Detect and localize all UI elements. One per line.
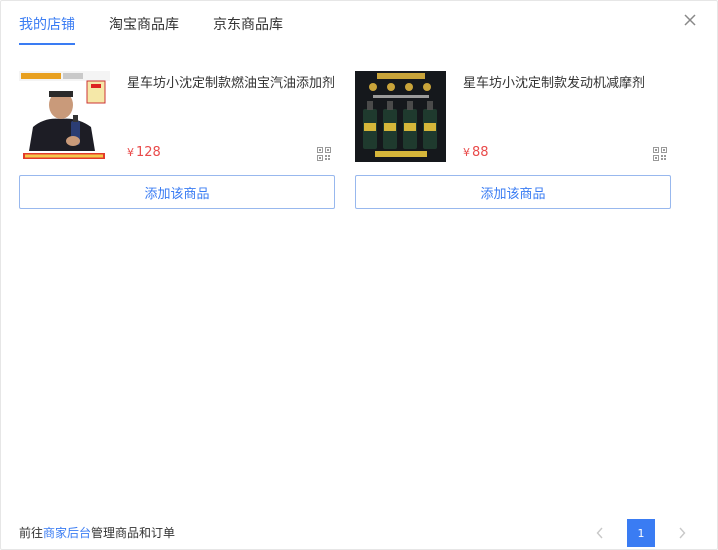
product-name: 星车坊小沈定制款发动机减摩剂 — [463, 76, 646, 91]
tab-my-store[interactable]: 我的店铺 — [19, 15, 75, 45]
product-price: ¥88 — [463, 145, 489, 161]
tab-jd-library[interactable]: 京东商品库 — [213, 15, 283, 45]
page-number-current[interactable]: 1 — [627, 519, 655, 547]
prev-page-icon[interactable] — [591, 519, 609, 547]
next-page-icon[interactable] — [673, 519, 691, 547]
pagination: 1 — [591, 519, 691, 547]
tab-bar: 我的店铺 淘宝商品库 京东商品库 — [19, 15, 283, 45]
add-product-button[interactable]: 添加该商品 — [355, 175, 671, 209]
qr-code-icon[interactable] — [317, 146, 331, 161]
merchant-backend-link[interactable]: 商家后台 — [43, 526, 91, 540]
currency-symbol: ¥ — [127, 146, 134, 159]
close-icon[interactable] — [683, 13, 699, 29]
currency-symbol: ¥ — [463, 146, 470, 159]
product-price: ¥128 — [127, 145, 161, 161]
price-value: 88 — [472, 145, 489, 160]
footer-suffix: 管理商品和订单 — [91, 526, 176, 540]
product-thumbnail[interactable] — [355, 71, 446, 162]
product-thumbnail[interactable] — [19, 71, 110, 162]
price-value: 128 — [136, 145, 161, 160]
footer-prefix: 前往 — [19, 526, 44, 540]
product-name: 星车坊小沈定制款燃油宝汽油添加剂 — [127, 76, 336, 91]
tab-taobao-library[interactable]: 淘宝商品库 — [109, 15, 179, 45]
footer-hint: 前往商家后台管理商品和订单 — [19, 524, 175, 542]
add-product-button[interactable]: 添加该商品 — [19, 175, 335, 209]
product-picker-dialog: 我的店铺 淘宝商品库 京东商品库 星车坊小沈定制款燃油宝汽油添加剂 ¥ 128 … — [0, 0, 718, 550]
qr-code-icon[interactable] — [653, 146, 667, 161]
